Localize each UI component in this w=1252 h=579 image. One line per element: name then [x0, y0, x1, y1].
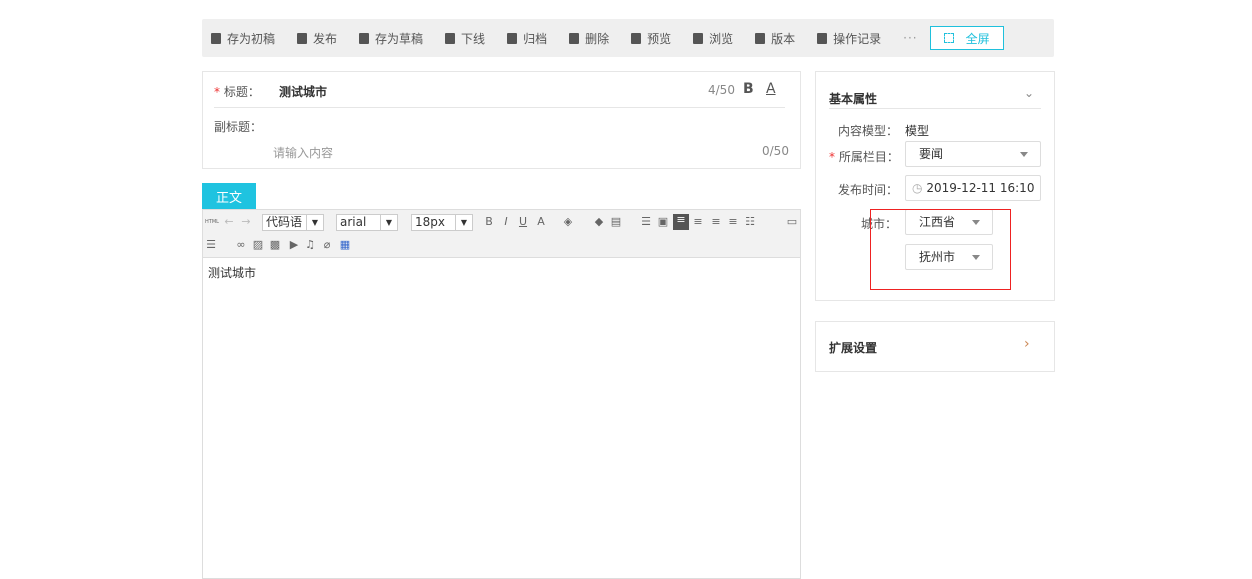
- subtitle-count: 0/50: [762, 144, 789, 158]
- chevron-right-icon[interactable]: ›: [1024, 336, 1030, 352]
- more-icon[interactable]: ···: [903, 31, 917, 45]
- font-color-icon[interactable]: A: [535, 216, 547, 228]
- arrow-down-icon: [445, 32, 456, 44]
- align-center-icon[interactable]: ≡: [710, 216, 722, 228]
- template-icon[interactable]: ▦: [339, 239, 351, 251]
- subtitle-input[interactable]: 请输入内容: [273, 144, 333, 161]
- html-icon[interactable]: HTML: [205, 216, 219, 228]
- italic-icon[interactable]: I: [500, 216, 512, 228]
- justify-icon[interactable]: ≡: [727, 216, 739, 228]
- rich-text-editor: HTML ← → 代码语 ▼ arial ▼ 18px ▼ B I U A ◈ ◆ ▤…: [202, 209, 801, 579]
- font-select[interactable]: arial ▼: [336, 214, 398, 231]
- bg-color-icon[interactable]: ◈: [562, 216, 574, 228]
- format-icon[interactable]: ▤: [610, 216, 622, 228]
- toolbar-button-label: 存为草稿: [375, 31, 424, 46]
- image-icon[interactable]: ▨: [252, 239, 264, 251]
- title-input[interactable]: 测试城市: [279, 83, 327, 100]
- trash-icon: [569, 32, 580, 44]
- indent-icon[interactable]: ☰: [640, 216, 652, 228]
- toolbar-button-4[interactable]: 归档: [507, 30, 547, 47]
- send-icon: [297, 32, 308, 44]
- toolbar-button-1[interactable]: 发布: [297, 30, 337, 47]
- bold-button[interactable]: B: [743, 81, 754, 97]
- music-icon[interactable]: ♫: [304, 239, 316, 251]
- toolbar-button-5[interactable]: 删除: [569, 30, 609, 47]
- book-icon: [755, 32, 766, 44]
- align-right-icon[interactable]: ≡: [692, 216, 704, 228]
- size-select[interactable]: 18px ▼: [411, 214, 473, 231]
- toolbar-button-label: 发布: [313, 31, 338, 46]
- column-select[interactable]: 要闻: [905, 141, 1041, 167]
- chevron-down-icon[interactable]: ⌄: [1024, 86, 1034, 100]
- time-label: 发布时间：: [838, 183, 899, 197]
- ordered-list-icon[interactable]: ☷: [744, 216, 756, 228]
- align-left-icon[interactable]: ≡: [673, 214, 689, 230]
- toolbar-button-6[interactable]: 预览: [631, 30, 671, 47]
- toolbar-button-label: 下线: [461, 31, 486, 46]
- title-card: * 标题： 测试城市 4/50 B A 副标题： 请输入内容 0/50: [202, 71, 801, 169]
- fullscreen-button[interactable]: 全屏: [929, 26, 1004, 50]
- font-color-button[interactable]: A: [766, 81, 776, 97]
- model-value: 模型: [905, 124, 930, 138]
- list-icon[interactable]: ☰: [205, 239, 217, 251]
- preview-icon: [631, 32, 642, 44]
- archive-icon: [507, 32, 518, 44]
- save-icon: [211, 32, 221, 44]
- panel-title: 基本属性: [829, 92, 878, 106]
- action-toolbar: 存为初稿 发布 存为草稿 下线 归档 删除 预览 浏览 版本 操作记录 ··· 全屏: [202, 19, 1054, 57]
- undo-icon[interactable]: ←: [223, 216, 235, 228]
- toolbar-button-label: 删除: [585, 31, 610, 46]
- link-icon[interactable]: ∞: [235, 239, 247, 251]
- toolbar-button-label: 操作记录: [833, 31, 882, 46]
- video-icon[interactable]: ▶: [288, 239, 300, 251]
- title-label: 标题：: [223, 85, 260, 99]
- model-label: 内容模型：: [838, 124, 899, 138]
- highlight-box: [870, 209, 1011, 290]
- toolbar-button-label: 归档: [523, 31, 548, 46]
- toolbar-button-3[interactable]: 下线: [445, 30, 485, 47]
- toolbar-button-label: 浏览: [709, 31, 734, 46]
- attachment-icon[interactable]: ⌀: [321, 239, 333, 251]
- toolbar-button-0[interactable]: 存为初稿: [211, 30, 275, 47]
- subtitle-label: 副标题：: [214, 120, 263, 134]
- underline-icon[interactable]: U: [517, 216, 529, 228]
- extension-settings-panel[interactable]: 扩展设置 ›: [815, 321, 1055, 372]
- eye-icon: [693, 32, 704, 44]
- ext-title: 扩展设置: [829, 341, 878, 355]
- redo-icon[interactable]: →: [240, 216, 252, 228]
- multi-image-icon[interactable]: ▩: [269, 239, 281, 251]
- toolbar-button-label: 存为初稿: [227, 31, 276, 46]
- column-label: 所属栏目：: [838, 150, 899, 164]
- clock-icon: ◷: [912, 181, 923, 195]
- paste-icon[interactable]: ▣: [657, 216, 669, 228]
- title-count: 4/50: [708, 83, 735, 97]
- block-select[interactable]: 代码语 ▼: [262, 214, 324, 231]
- toolbar-button-label: 预览: [647, 31, 672, 46]
- draft-icon: [359, 32, 370, 44]
- toolbar-button-9[interactable]: 操作记录: [817, 30, 881, 47]
- fullscreen-editor-icon[interactable]: ▭: [786, 216, 798, 228]
- bold-icon[interactable]: B: [483, 216, 495, 228]
- eraser-icon[interactable]: ◆: [593, 216, 605, 228]
- toolbar-button-2[interactable]: 存为草稿: [359, 30, 423, 47]
- editor-content[interactable]: 测试城市: [203, 258, 800, 287]
- editor-toolbar: HTML ← → 代码语 ▼ arial ▼ 18px ▼ B I U A ◈ ◆ ▤…: [203, 210, 800, 258]
- log-icon: [817, 32, 828, 44]
- tab-body[interactable]: 正文: [202, 183, 256, 209]
- toolbar-button-label: 版本: [771, 31, 796, 46]
- publish-time-input[interactable]: ◷ 2019-12-11 16:10: [905, 175, 1041, 201]
- toolbar-button-8[interactable]: 版本: [755, 30, 795, 47]
- fullscreen-icon: [943, 33, 954, 43]
- toolbar-button-7[interactable]: 浏览: [693, 30, 733, 47]
